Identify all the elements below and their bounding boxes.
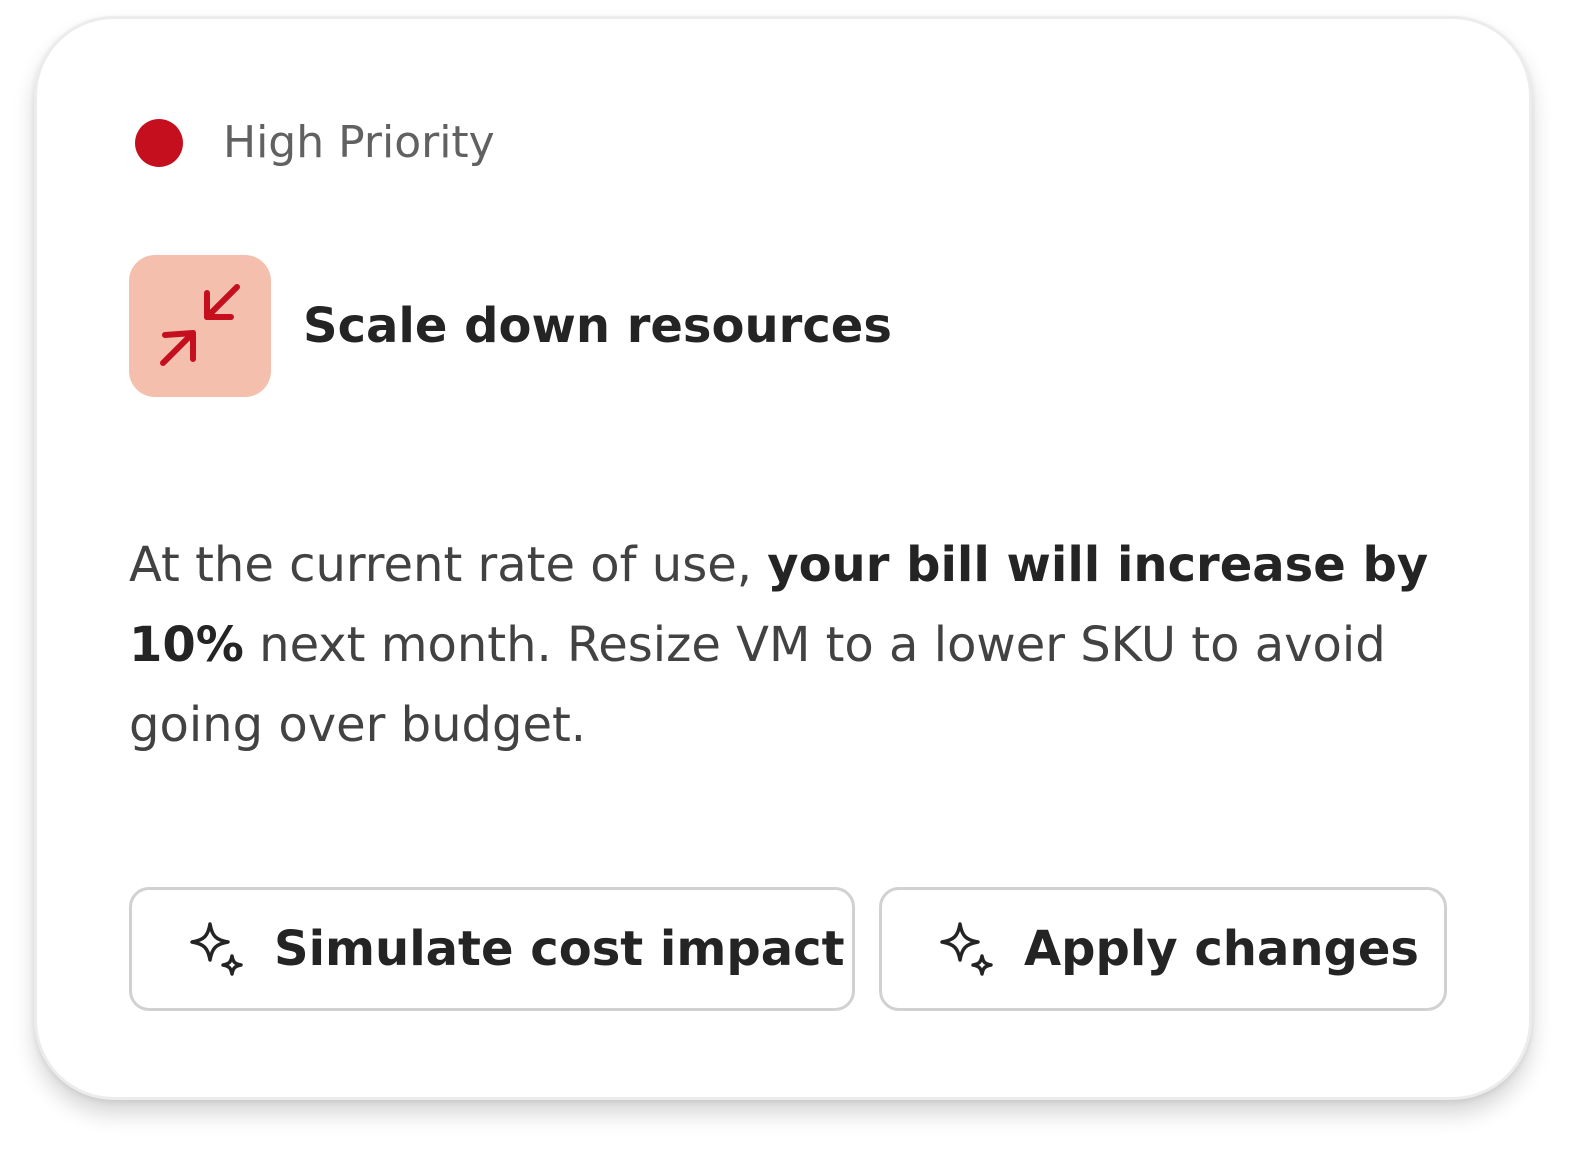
simulate-cost-impact-button[interactable]: Simulate cost impact (129, 887, 855, 1011)
collapse-arrows-icon (129, 255, 271, 397)
priority-indicator: High Priority (135, 111, 495, 175)
recommendation-title: Scale down resources (303, 298, 892, 354)
apply-changes-label: Apply changes (1024, 921, 1419, 977)
sparkle-icon (936, 918, 998, 980)
description-rest: next month. Resize VM to a lower SKU to … (129, 617, 1386, 753)
recommendation-header: Scale down resources (129, 255, 892, 397)
description-intro: At the current rate of use, (129, 537, 768, 593)
simulate-cost-impact-label: Simulate cost impact (274, 921, 845, 977)
recommendation-card: High Priority Scale down resources At th… (34, 16, 1532, 1100)
sparkle-icon (186, 918, 248, 980)
apply-changes-button[interactable]: Apply changes (879, 887, 1447, 1011)
priority-dot-icon (135, 119, 183, 167)
recommendation-description: At the current rate of use, your bill wi… (129, 525, 1429, 765)
priority-label: High Priority (223, 117, 495, 168)
